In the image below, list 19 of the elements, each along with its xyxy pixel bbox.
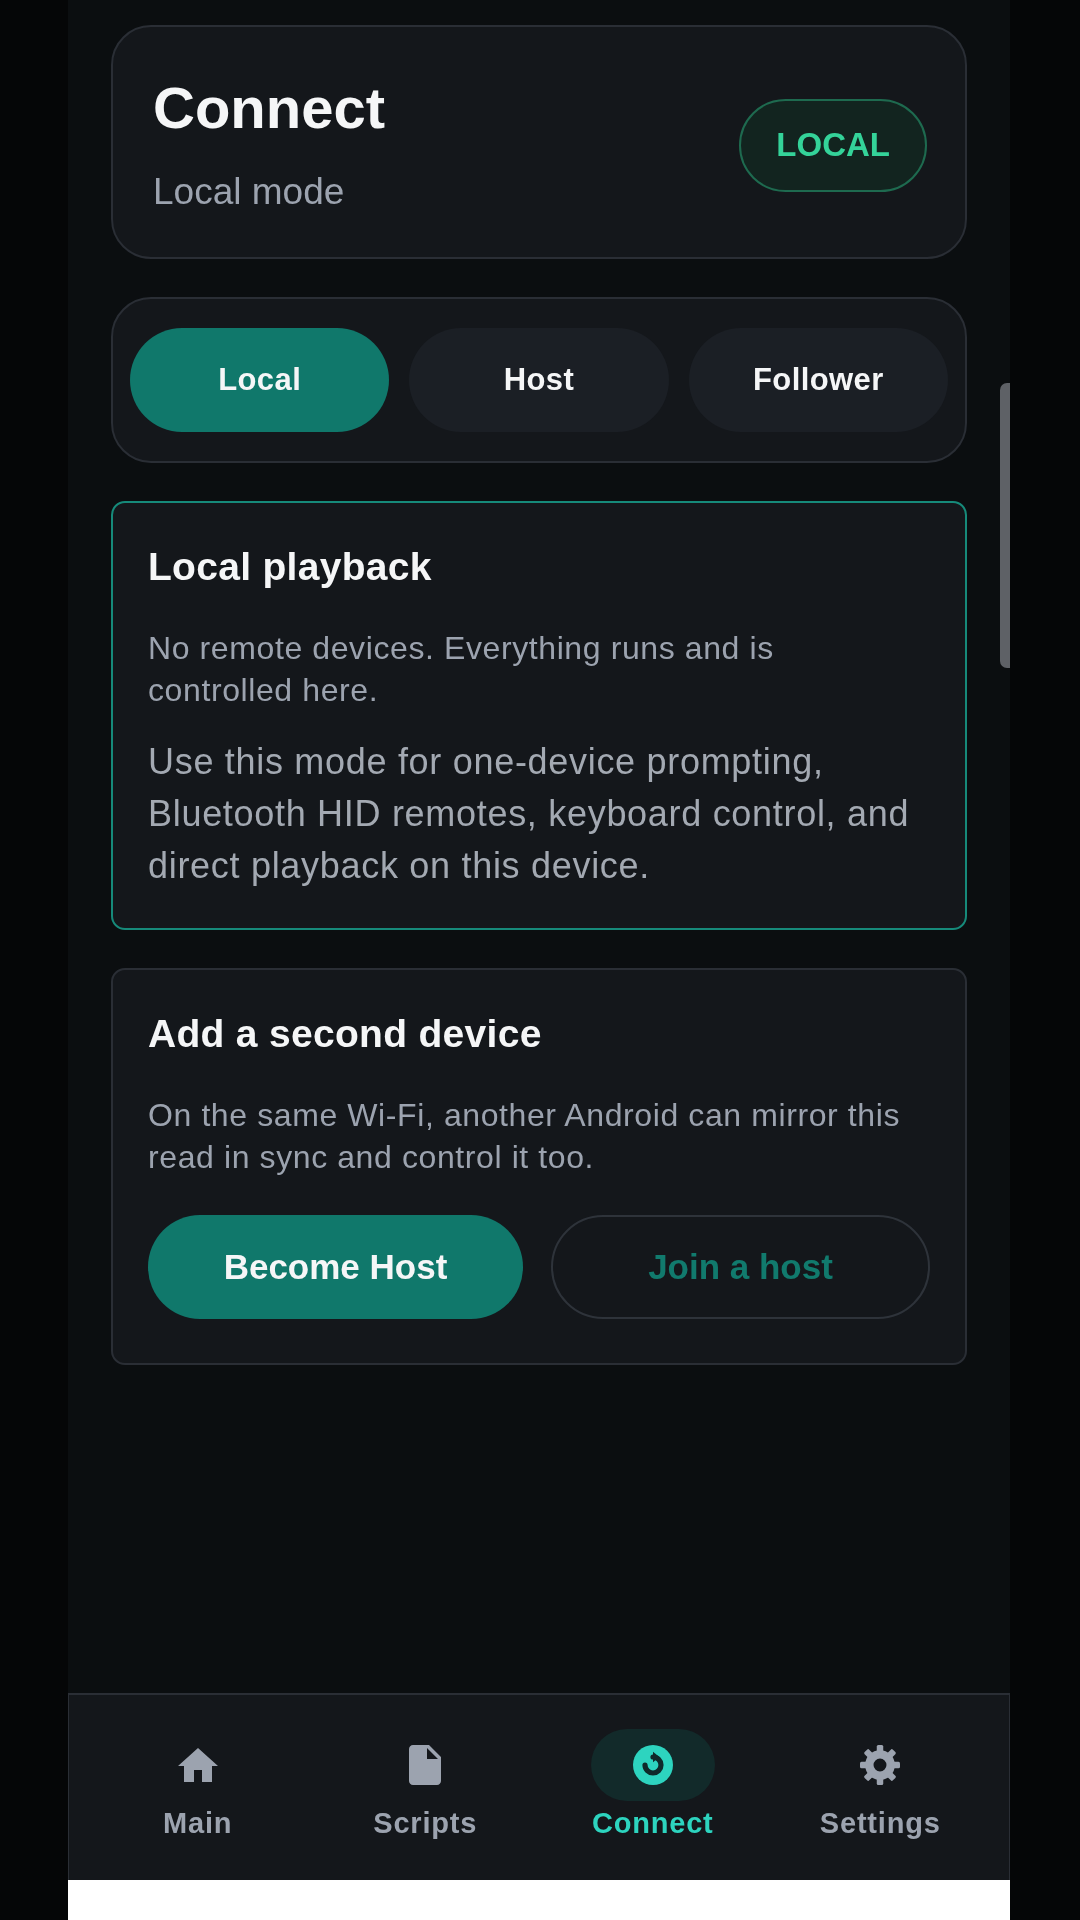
action-button[interactable]: Become Host	[148, 1215, 523, 1319]
nav-tab[interactable]: Connect	[539, 1729, 767, 1841]
home-icon	[177, 1745, 218, 1785]
page-title: Connect	[153, 74, 385, 141]
mode-badge: LOCAL	[739, 98, 927, 192]
nav-tab[interactable]: Main	[84, 1729, 312, 1841]
mode-subtitle: Local mode	[153, 170, 346, 214]
card-title: Add a second device	[148, 1011, 543, 1057]
nav-tab[interactable]: Scripts	[311, 1729, 539, 1841]
mode-tab[interactable]: Local	[130, 328, 390, 432]
scrollbar-thumb[interactable]	[1000, 383, 1010, 668]
mode-tab[interactable]: Follower	[688, 328, 948, 432]
nav-tab[interactable]: Settings	[766, 1729, 994, 1841]
card-details: Use this mode for one-device prompting, Bluetooth HID remotes, keyboard control, and direct playback on this device.	[148, 740, 911, 888]
mode-tab[interactable]: Host	[409, 328, 669, 432]
card-description: No remote devices. Everything runs and is controlled here.	[148, 629, 775, 710]
settings-icon	[860, 1745, 901, 1785]
card-title: Local playback	[148, 544, 433, 590]
card-description: On the same Wi-Fi, another Android can mirror this read in sync and control it too.	[148, 1096, 902, 1177]
